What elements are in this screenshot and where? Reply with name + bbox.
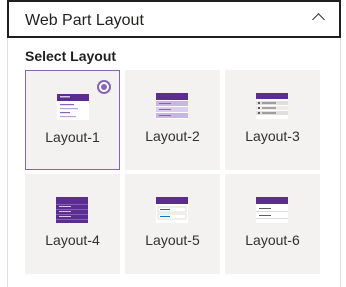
web-part-layout-header[interactable]: Web Part Layout [7, 0, 341, 38]
layout-grid: Layout-1 Layout-2 Layout-3 Layout-4 Layo… [25, 70, 322, 274]
chevron-up-icon[interactable] [312, 13, 325, 26]
layout-label: Layout-4 [45, 232, 100, 248]
section-title: Web Part Layout [25, 12, 144, 29]
layout-option-2[interactable]: Layout-2 [125, 70, 220, 170]
select-layout-label: Select Layout [25, 48, 117, 64]
layout-option-3[interactable]: Layout-3 [225, 70, 320, 170]
layout-label: Layout-1 [45, 129, 100, 145]
layout-option-6[interactable]: Layout-6 [225, 174, 320, 274]
layout-option-4[interactable]: Layout-4 [25, 174, 120, 274]
layout-label: Layout-3 [245, 128, 300, 144]
layout-1-thumbnail-icon [57, 94, 89, 120]
selected-radio-icon [97, 80, 111, 94]
layout-option-1[interactable]: Layout-1 [25, 70, 120, 170]
layout-3-thumbnail-icon [256, 93, 288, 119]
layout-5-thumbnail-icon [156, 197, 188, 223]
layout-label: Layout-5 [145, 232, 200, 248]
layout-4-thumbnail-icon [56, 197, 88, 223]
layout-2-thumbnail-icon [156, 93, 188, 119]
layout-label: Layout-6 [245, 232, 300, 248]
layout-6-thumbnail-icon [256, 197, 288, 223]
layout-option-5[interactable]: Layout-5 [125, 174, 220, 274]
layout-label: Layout-2 [145, 128, 200, 144]
